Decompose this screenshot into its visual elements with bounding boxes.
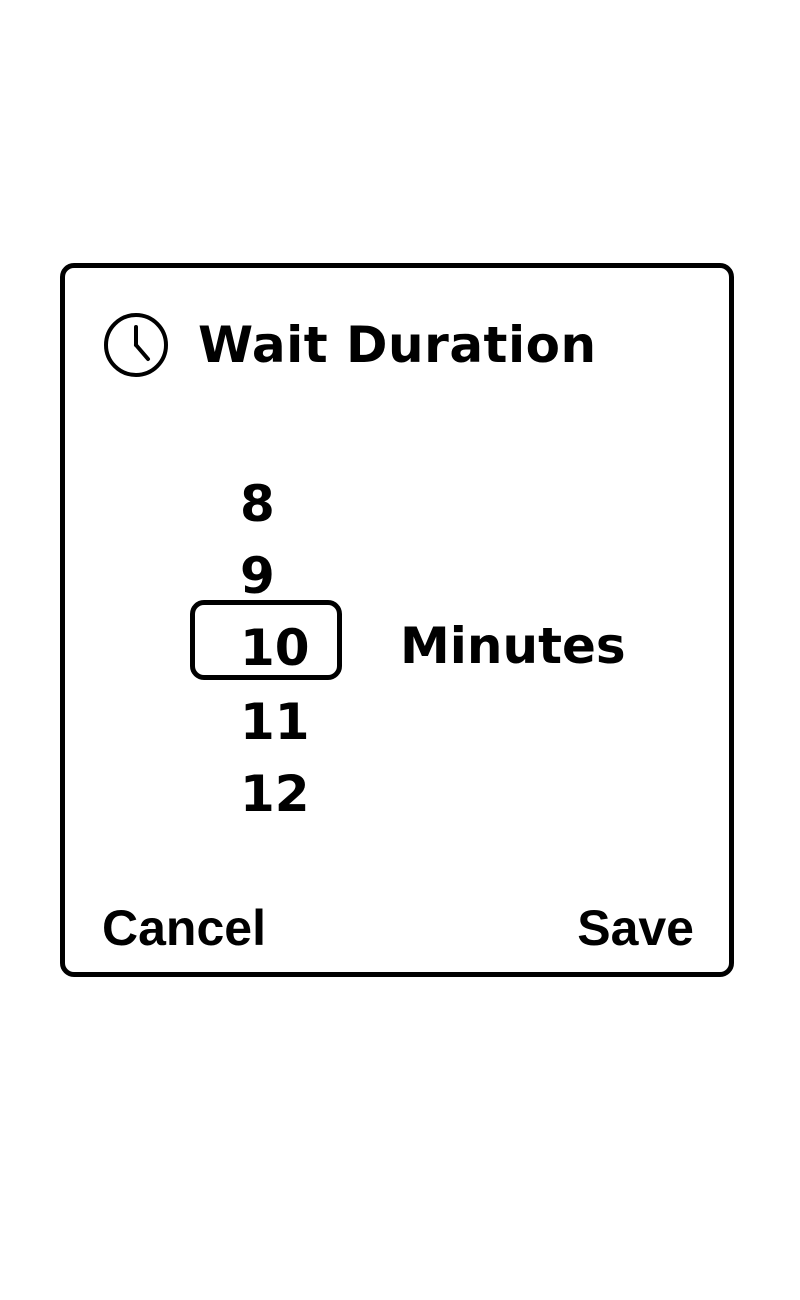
cancel-button[interactable]: Cancel	[102, 888, 266, 968]
picker-option[interactable]: 8	[240, 468, 275, 540]
save-button[interactable]: Save	[577, 888, 694, 968]
dialog-title: Wait Duration	[198, 316, 597, 374]
picker-option[interactable]: 11	[240, 686, 310, 758]
dialog-header: Wait Duration	[102, 310, 597, 380]
picker-option-selected[interactable]: 10	[240, 612, 310, 684]
unit-label: Minutes	[400, 617, 626, 675]
wait-duration-dialog: Wait Duration 8 9 10 11 12 Minutes Cance…	[60, 263, 734, 977]
clock-icon	[104, 313, 168, 377]
picker-option[interactable]: 12	[240, 758, 310, 830]
